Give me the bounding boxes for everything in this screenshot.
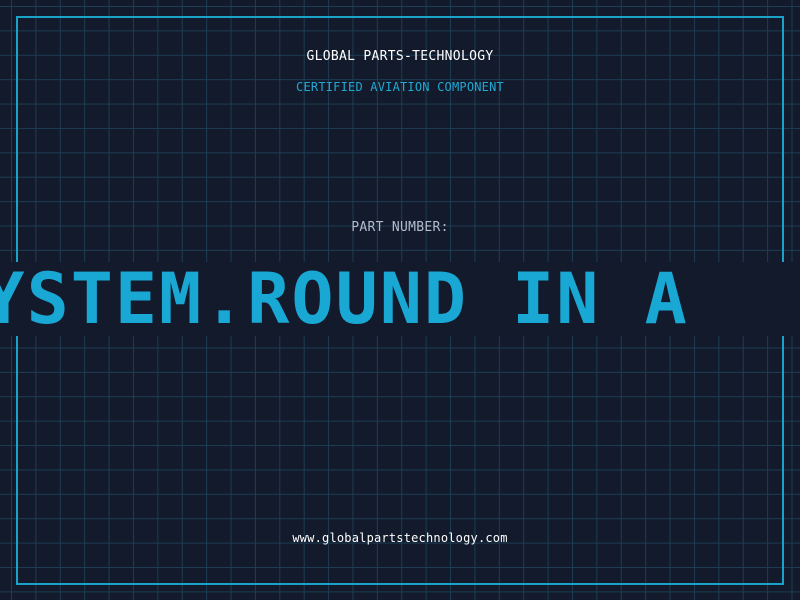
certification-tagline: CERTIFIED AVIATION COMPONENT (296, 80, 504, 94)
part-number-label: PART NUMBER: (351, 220, 449, 235)
brand-name: GLOBAL PARTS-TECHNOLOGY (306, 49, 494, 64)
part-number-banner: E SYSTEM.ROUND IN A (0, 262, 800, 336)
part-number-value: E SYSTEM.ROUND IN A (0, 262, 689, 336)
website-url: www.globalpartstechnology.com (292, 531, 508, 545)
